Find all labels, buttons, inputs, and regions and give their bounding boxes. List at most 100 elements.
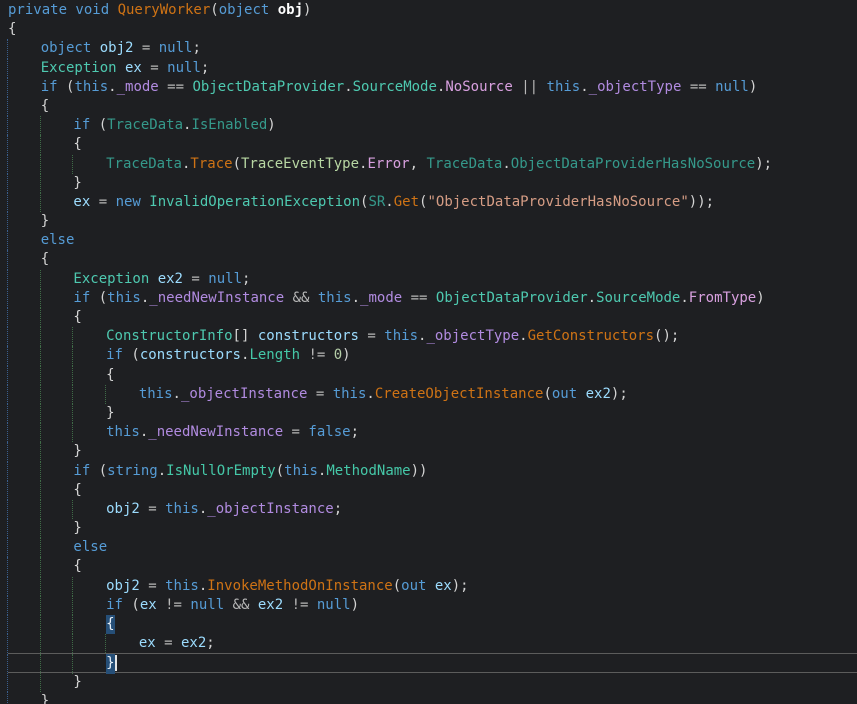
indent-guide: [7, 39, 41, 58]
indent-guide: [7, 116, 41, 135]
code-token: Trace: [190, 155, 232, 174]
code-line[interactable]: }: [8, 673, 857, 692]
code-token: &&: [224, 596, 258, 615]
code-token: this: [74, 78, 108, 97]
code-token: SourceMode: [596, 289, 680, 308]
code-line[interactable]: {: [8, 97, 857, 116]
code-line[interactable]: ex = new InvalidOperationException(SR.Ge…: [8, 193, 857, 212]
indent-guide: [40, 135, 74, 154]
code-line[interactable]: if (this._mode == ObjectDataProvider.Sou…: [8, 78, 857, 97]
code-line[interactable]: {: [8, 20, 857, 39]
code-token: .: [502, 155, 510, 174]
code-line[interactable]: {: [8, 135, 857, 154]
code-editor[interactable]: private void QueryWorker(object obj){obj…: [0, 0, 857, 704]
code-line[interactable]: if (constructors.Length != 0): [8, 346, 857, 365]
indent-guide: [7, 462, 41, 481]
code-token: {: [41, 250, 49, 269]
code-line[interactable]: }: [8, 404, 857, 423]
indent-guide: [40, 270, 74, 289]
code-line[interactable]: this._needNewInstance = false;: [8, 423, 857, 442]
code-token: .: [241, 346, 249, 365]
code-token: =: [142, 59, 167, 78]
indent-guide: [72, 500, 106, 519]
code-token: obj2: [106, 577, 140, 596]
code-line[interactable]: if (ex != null && ex2 != null): [8, 596, 857, 615]
code-token: else: [73, 538, 107, 557]
code-line[interactable]: if (TraceData.IsEnabled): [8, 116, 857, 135]
indent-guide: [40, 404, 74, 423]
code-token: obj2: [100, 39, 134, 58]
indent-guide: [72, 346, 106, 365]
code-line[interactable]: {: [8, 557, 857, 576]
code-token: ||: [513, 78, 547, 97]
code-token: InvalidOperationException: [149, 193, 360, 212]
code-token: CreateObjectInstance: [375, 385, 544, 404]
indent-guide: [72, 385, 106, 404]
code-line[interactable]: else: [8, 231, 857, 250]
code-line[interactable]: Exception ex2 = null;: [8, 270, 857, 289]
indent-guide: [7, 366, 41, 385]
code-token: .: [199, 577, 207, 596]
code-line[interactable]: {: [8, 250, 857, 269]
code-line[interactable]: }: [8, 174, 857, 193]
code-line[interactable]: TraceData.Trace(TraceEventType.Error, Tr…: [8, 155, 857, 174]
matched-brace: {: [106, 615, 114, 634]
indent-guide: [7, 500, 41, 519]
code-token: out: [401, 577, 435, 596]
indent-guide: [7, 174, 41, 193]
code-line[interactable]: this._objectInstance = this.CreateObject…: [8, 385, 857, 404]
indent-guide: [7, 596, 41, 615]
code-line[interactable]: Exception ex = null;: [8, 59, 857, 78]
code-token: _mode: [360, 289, 402, 308]
code-token: ;: [201, 59, 209, 78]
code-line[interactable]: {: [8, 366, 857, 385]
code-token: (: [543, 385, 551, 404]
code-line[interactable]: }: [8, 442, 857, 461]
indent-guide: [7, 212, 41, 231]
code-line[interactable]: {: [8, 481, 857, 500]
code-line[interactable]: {: [8, 615, 857, 634]
code-line[interactable]: }: [8, 212, 857, 231]
code-token: (: [419, 193, 427, 212]
code-token: (: [66, 78, 74, 97]
indent-guide: [7, 385, 41, 404]
code-token: }: [73, 519, 81, 538]
indent-guide: [7, 519, 41, 538]
code-line[interactable]: if (this._needNewInstance && this._mode …: [8, 289, 857, 308]
code-line-current[interactable]: }: [8, 653, 857, 672]
code-line[interactable]: private void QueryWorker(object obj): [8, 1, 857, 20]
code-line[interactable]: else: [8, 538, 857, 557]
indent-guide: [7, 270, 41, 289]
code-token: ex2: [181, 634, 206, 653]
code-token: =: [156, 634, 181, 653]
code-token: Exception: [41, 59, 125, 78]
code-token: ex: [73, 193, 90, 212]
code-token: _mode: [117, 78, 159, 97]
indent-guide: [40, 577, 74, 596]
indent-guide: [105, 634, 139, 653]
code-line[interactable]: object obj2 = null;: [8, 39, 857, 58]
code-line[interactable]: ex = ex2;: [8, 634, 857, 653]
code-token: ;: [334, 500, 342, 519]
code-line[interactable]: {: [8, 308, 857, 327]
code-token: if: [73, 462, 98, 481]
code-line[interactable]: obj2 = this._objectInstance;: [8, 500, 857, 519]
code-token: null: [159, 39, 193, 58]
code-token: ==: [159, 78, 193, 97]
code-line[interactable]: if (string.IsNullOrEmpty(this.MethodName…: [8, 462, 857, 481]
code-token: }: [73, 673, 81, 692]
code-line[interactable]: ConstructorInfo[] constructors = this._o…: [8, 327, 857, 346]
code-token: (: [393, 577, 401, 596]
indent-guide: [7, 250, 41, 269]
code-token: .: [141, 289, 149, 308]
code-line[interactable]: }: [8, 692, 857, 704]
code-token: object: [41, 39, 100, 58]
code-line[interactable]: obj2 = this.InvokeMethodOnInstance(out e…: [8, 577, 857, 596]
code-token: {: [8, 20, 16, 39]
code-token: {: [41, 97, 49, 116]
indent-guide: [7, 442, 41, 461]
indent-guide: [72, 366, 106, 385]
code-token: _objectType: [589, 78, 682, 97]
code-line[interactable]: }: [8, 519, 857, 538]
indent-guide: [7, 308, 41, 327]
